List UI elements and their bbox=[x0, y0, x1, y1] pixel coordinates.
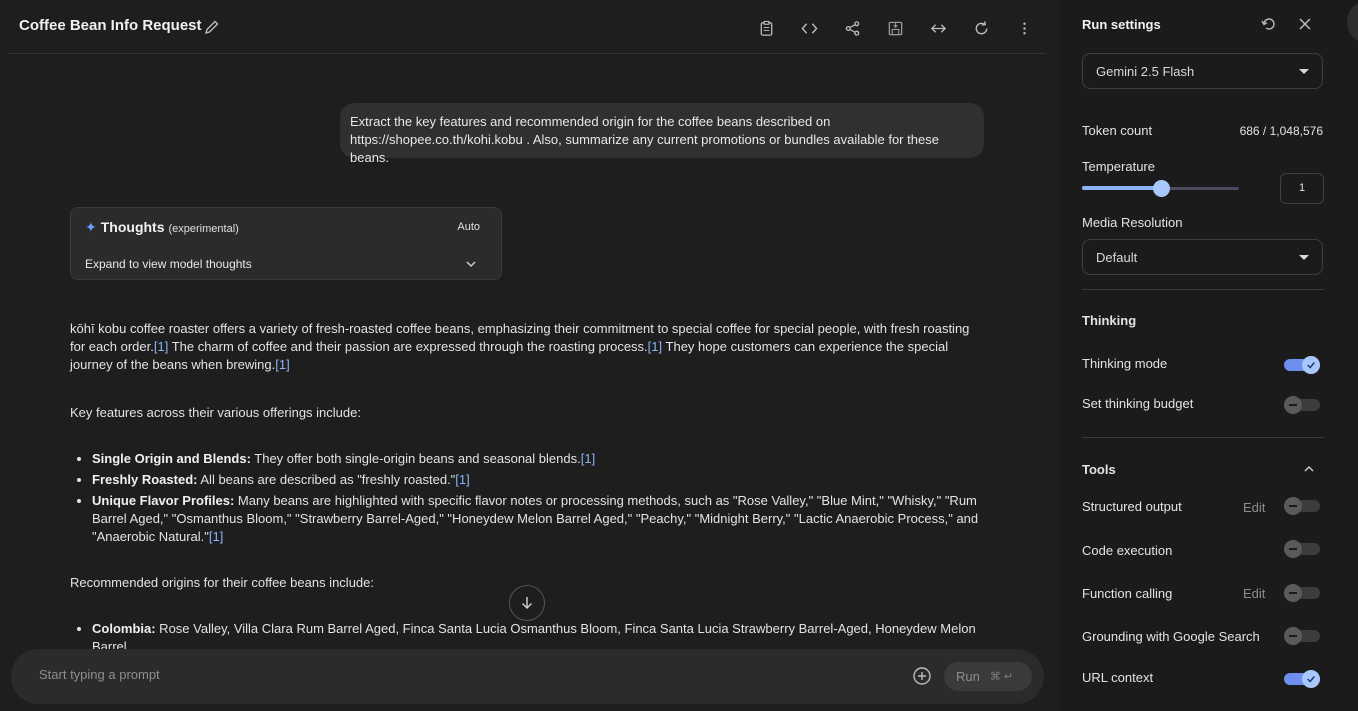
run-settings-panel: Run settings Gemini 2.5 Flash Token coun… bbox=[1068, 0, 1348, 711]
citation-link[interactable]: [1] bbox=[209, 529, 223, 544]
structured-output-toggle[interactable] bbox=[1284, 497, 1320, 515]
edit-title-icon[interactable] bbox=[204, 19, 220, 35]
refresh-icon[interactable] bbox=[965, 14, 997, 42]
origins-heading: Recommended origins for their coffee bea… bbox=[70, 575, 374, 590]
citation-link: [1] bbox=[153, 339, 169, 354]
run-shortcut: ⌘ ↵ bbox=[989, 671, 1014, 683]
code-execution-toggle[interactable] bbox=[1284, 540, 1320, 558]
list-item: Single Origin and Blends: They offer bot… bbox=[92, 450, 982, 468]
arrow-down-icon bbox=[521, 597, 533, 610]
compare-icon[interactable] bbox=[922, 14, 954, 42]
function-calling-toggle[interactable] bbox=[1284, 584, 1320, 602]
url-context-toggle[interactable] bbox=[1284, 670, 1320, 688]
structured-output-label: Structured output bbox=[1082, 499, 1182, 514]
check-icon bbox=[1302, 670, 1320, 688]
citation-link[interactable]: [1] bbox=[581, 451, 595, 466]
app-root: Coffee Bean Info Request Extract the key… bbox=[0, 0, 1358, 711]
scroll-to-bottom-button[interactable] bbox=[509, 585, 545, 621]
divider bbox=[1082, 437, 1324, 438]
more-options-icon[interactable] bbox=[1008, 14, 1040, 42]
function-calling-edit-link[interactable]: Edit bbox=[1243, 586, 1265, 601]
chat-main: Coffee Bean Info Request Extract the key… bbox=[0, 0, 1060, 711]
slider-thumb[interactable] bbox=[1152, 180, 1170, 197]
thoughts-panel[interactable]: ✦ Thoughts (experimental) Auto Expand to… bbox=[70, 207, 502, 280]
token-count-label: Token count bbox=[1082, 123, 1153, 138]
media-resolution-select[interactable]: Default bbox=[1082, 239, 1323, 275]
thinking-section-title: Thinking bbox=[1082, 313, 1137, 328]
temperature-input[interactable]: 1 bbox=[1280, 173, 1324, 204]
share-icon[interactable] bbox=[836, 14, 868, 42]
code-execution-label: Code execution bbox=[1082, 543, 1173, 558]
citation-link: [1] bbox=[647, 339, 663, 354]
add-media-icon[interactable] bbox=[912, 666, 932, 686]
chevron-up-icon[interactable] bbox=[1303, 463, 1317, 477]
features-list: Single Origin and Blends: They offer bot… bbox=[92, 450, 982, 549]
expand-thoughts-label[interactable]: Expand to view model thoughts bbox=[85, 257, 252, 271]
citation-link: [1] bbox=[275, 357, 290, 372]
model-select-value: Gemini 2.5 Flash bbox=[1096, 64, 1195, 79]
close-icon[interactable] bbox=[1296, 15, 1314, 33]
thinking-mode-toggle[interactable] bbox=[1284, 356, 1320, 374]
thoughts-title: Thoughts bbox=[100, 219, 165, 235]
reset-settings-icon[interactable] bbox=[1260, 15, 1278, 33]
sparkle-icon: ✦ bbox=[85, 219, 97, 235]
thinking-budget-label: Set thinking budget bbox=[1082, 396, 1194, 411]
page-title: Coffee Bean Info Request bbox=[19, 17, 202, 34]
chevron-down-icon[interactable] bbox=[465, 258, 477, 270]
run-button[interactable]: Run ⌘ ↵ bbox=[944, 662, 1032, 691]
features-heading: Key features across their various offeri… bbox=[70, 405, 361, 420]
run-label: Run bbox=[956, 669, 980, 684]
thinking-mode-label: Thinking mode bbox=[1082, 356, 1168, 371]
media-resolution-label: Media Resolution bbox=[1082, 215, 1183, 230]
slider-fill bbox=[1082, 186, 1161, 190]
run-settings-title: Run settings bbox=[1082, 17, 1161, 32]
clipboard-icon[interactable] bbox=[750, 14, 782, 42]
check-icon bbox=[1302, 356, 1320, 374]
media-resolution-value: Default bbox=[1096, 250, 1138, 265]
prompt-bar: Run ⌘ ↵ bbox=[11, 649, 1044, 704]
user-message: Extract the key features and recommended… bbox=[340, 103, 984, 165]
response-intro: kōhī kobu coffee roaster offers a variet… bbox=[70, 321, 970, 372]
token-count-value: 686 / 1,048,576 bbox=[1239, 124, 1323, 138]
divider bbox=[1082, 289, 1324, 290]
grounding-search-toggle[interactable] bbox=[1284, 627, 1320, 645]
code-icon[interactable] bbox=[793, 14, 825, 42]
caret-down-icon bbox=[1299, 69, 1309, 74]
top-bar: Coffee Bean Info Request bbox=[8, 0, 1046, 54]
list-item: Freshly Roasted: All beans are described… bbox=[92, 471, 982, 489]
temperature-slider[interactable] bbox=[1082, 179, 1239, 199]
save-icon[interactable] bbox=[879, 14, 911, 42]
prompt-input[interactable] bbox=[39, 667, 879, 682]
temperature-label: Temperature bbox=[1082, 159, 1155, 174]
thinking-budget-toggle[interactable] bbox=[1284, 396, 1320, 414]
model-select[interactable]: Gemini 2.5 Flash bbox=[1082, 53, 1323, 89]
list-item: Unique Flavor Profiles: Many beans are h… bbox=[92, 492, 982, 546]
tools-section-title: Tools bbox=[1082, 462, 1116, 477]
caret-down-icon bbox=[1299, 255, 1309, 260]
grounding-search-label: Grounding with Google Search bbox=[1082, 629, 1260, 644]
function-calling-label: Function calling bbox=[1082, 586, 1173, 601]
thoughts-subtitle: (experimental) bbox=[168, 223, 239, 235]
citation-link[interactable]: [1] bbox=[455, 472, 469, 487]
thoughts-mode[interactable]: Auto bbox=[457, 221, 480, 233]
structured-output-edit-link[interactable]: Edit bbox=[1243, 500, 1265, 515]
url-context-label: URL context bbox=[1082, 670, 1154, 685]
avatar[interactable] bbox=[1347, 3, 1358, 41]
